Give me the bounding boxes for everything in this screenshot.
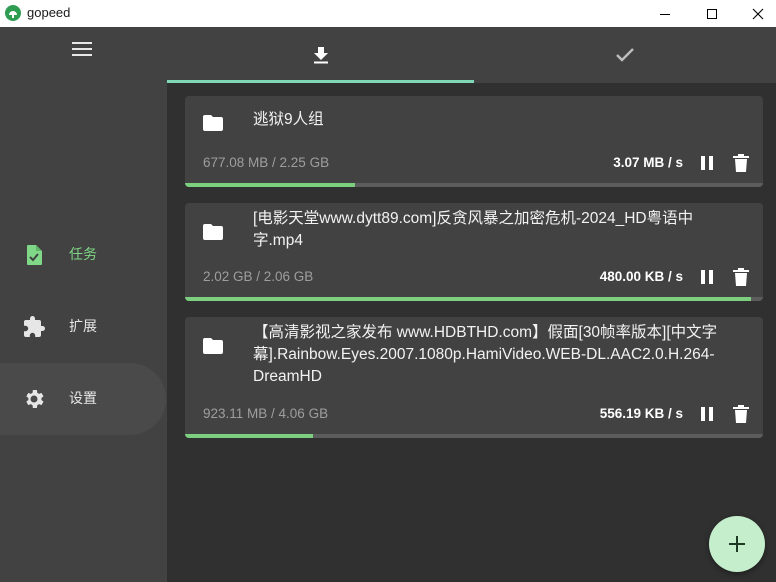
progress-fill (185, 434, 314, 438)
sidebar-item-settings[interactable]: 设置 (0, 363, 167, 435)
progress-fill (185, 183, 355, 187)
sidebar-item-label: 扩展 (69, 319, 97, 335)
folder-icon (203, 115, 223, 131)
gopeed-logo-icon (5, 5, 21, 21)
menu-button[interactable] (64, 36, 100, 62)
close-button[interactable] (735, 0, 776, 27)
gear-icon (26, 390, 44, 408)
sidebar: 任务 扩展 设置 (0, 27, 167, 582)
task-list: 逃狱9人组 677.08 MB / 2.25 GB 3.07 MB / s [电… (167, 83, 776, 582)
sidebar-item-extensions[interactable]: 扩展 (0, 291, 167, 363)
add-task-button[interactable] (709, 516, 765, 572)
pause-icon (701, 407, 713, 421)
pause-button[interactable] (695, 402, 719, 426)
window-title: gopeed (27, 5, 71, 20)
task-size: 677.08 MB / 2.25 GB (203, 155, 330, 170)
check-icon (616, 48, 634, 62)
task-icon (27, 245, 42, 265)
progress-bar (185, 183, 763, 187)
delete-button[interactable] (729, 402, 753, 426)
close-icon (752, 8, 764, 19)
plus-icon (729, 536, 745, 552)
minimize-icon (660, 13, 670, 15)
sidebar-item-label: 设置 (69, 391, 97, 407)
trash-icon (733, 154, 749, 172)
task-card[interactable]: [电影天堂www.dytt89.com]反贪风暴之加密危机-2024_HD粤语中… (185, 203, 763, 301)
task-name: [电影天堂www.dytt89.com]反贪风暴之加密危机-2024_HD粤语中… (253, 210, 694, 249)
task-size: 2.02 GB / 2.06 GB (203, 269, 314, 284)
minimize-button[interactable] (642, 0, 688, 27)
task-speed: 480.00 KB / s (599, 269, 683, 284)
download-icon (313, 47, 328, 64)
delete-button[interactable] (729, 151, 753, 175)
hamburger-menu-icon (72, 42, 92, 56)
tab-bar (167, 27, 776, 83)
pause-icon (701, 270, 713, 284)
task-speed: 556.19 KB / s (599, 406, 683, 421)
task-name: 逃狱9人组 (253, 111, 324, 128)
sidebar-item-label: 任务 (69, 247, 97, 263)
task-speed: 3.07 MB / s (613, 155, 683, 170)
task-card[interactable]: 逃狱9人组 677.08 MB / 2.25 GB 3.07 MB / s (185, 96, 763, 187)
trash-icon (733, 405, 749, 423)
delete-button[interactable] (729, 265, 753, 289)
title-bar: gopeed (0, 0, 776, 27)
tab-downloading[interactable] (167, 27, 474, 83)
pause-button[interactable] (695, 151, 719, 175)
maximize-icon (707, 8, 717, 19)
progress-bar (185, 434, 763, 438)
maximize-button[interactable] (689, 0, 735, 27)
folder-icon (203, 224, 223, 240)
progress-bar (185, 297, 763, 301)
task-card[interactable]: 【高清影视之家发布 www.HDBTHD.com】假面[30帧率版本][中文字幕… (185, 317, 763, 438)
puzzle-icon (24, 316, 45, 337)
task-name: 【高清影视之家发布 www.HDBTHD.com】假面[30帧率版本][中文字幕… (253, 324, 718, 385)
task-size: 923.11 MB / 4.06 GB (203, 406, 329, 421)
pause-button[interactable] (695, 265, 719, 289)
progress-fill (185, 297, 752, 301)
sidebar-item-tasks[interactable]: 任务 (0, 219, 167, 291)
tab-completed[interactable] (474, 27, 776, 83)
pause-icon (701, 156, 713, 170)
trash-icon (733, 268, 749, 286)
folder-icon (203, 338, 223, 354)
